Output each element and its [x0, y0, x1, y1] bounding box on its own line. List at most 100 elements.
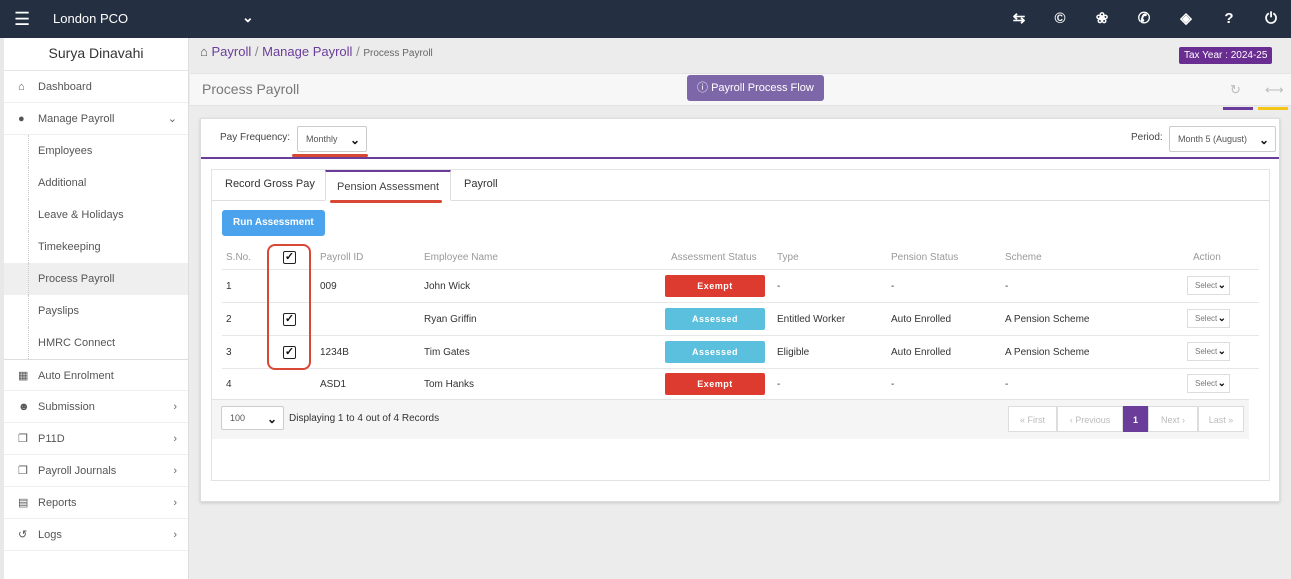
last-page-button[interactable]: Last »: [1198, 406, 1244, 432]
sidebar-subitem-hmrc-connect[interactable]: HMRC Connect: [4, 327, 188, 359]
tab-bar: Record Gross Pay Pension Assessment Payr…: [212, 170, 1269, 201]
column-header-pension-status: Pension Status: [891, 252, 959, 263]
sidebar-item-reports[interactable]: ▤ Reports ›: [4, 487, 188, 519]
cell-type: -: [777, 379, 781, 390]
records-info: Displaying 1 to 4 out of 4 Records: [289, 413, 440, 424]
chevron-down-icon: ⌄: [349, 133, 360, 147]
expand-icon[interactable]: ⟷: [1265, 82, 1284, 98]
sidebar-item-auto-enrolment[interactable]: ▦ Auto Enrolment: [4, 359, 188, 391]
cell-scheme: A Pension Scheme: [1005, 314, 1090, 325]
info-icon: ⓘ: [697, 82, 708, 94]
home-icon[interactable]: ⌂: [200, 44, 208, 59]
table-footer: 100 ⌄ Displaying 1 to 4 out of 4 Records…: [212, 399, 1249, 439]
transfer-icon[interactable]: ⇆: [1009, 10, 1029, 28]
menu-icon[interactable]: ☰: [14, 10, 30, 28]
tab-record-gross-pay[interactable]: Record Gross Pay: [225, 178, 315, 190]
chevron-down-icon: ⌄: [167, 113, 177, 125]
cell-employee-name: Tim Gates: [424, 347, 470, 358]
chevron-down-icon: ⌄: [266, 412, 277, 426]
pay-frequency-select[interactable]: Monthly ⌄: [297, 126, 367, 152]
period-select[interactable]: Month 5 (August) ⌄: [1169, 126, 1276, 152]
sidebar-item-label: Manage Payroll: [38, 113, 115, 125]
sidebar-item-p11d[interactable]: ❐ P11D ›: [4, 423, 188, 455]
first-page-button[interactable]: « First: [1008, 406, 1057, 432]
user-icon: ●: [18, 113, 25, 125]
breadcrumb-payroll[interactable]: Payroll: [211, 44, 251, 59]
sidebar-subitem-process-payroll[interactable]: Process Payroll: [4, 263, 188, 295]
cell-sno: 4: [226, 379, 232, 390]
tax-year-badge: Tax Year : 2024-25: [1179, 47, 1273, 64]
sidebar-item-label: Dashboard: [38, 81, 92, 93]
sidebar-item-dashboard[interactable]: ⌂ Dashboard: [4, 71, 188, 103]
page-1-button[interactable]: 1: [1123, 406, 1148, 432]
action-select[interactable]: Select ⌄: [1187, 276, 1230, 295]
sidebar-item-logs[interactable]: ↺ Logs ›: [4, 519, 188, 551]
copyright-icon[interactable]: ©: [1050, 10, 1070, 28]
chevron-down-icon[interactable]: ⌄: [242, 9, 254, 26]
cell-scheme: -: [1005, 281, 1009, 292]
sidebar-item-manage-payroll[interactable]: ● Manage Payroll ⌄: [4, 103, 188, 135]
sidebar-subitem-timekeeping[interactable]: Timekeeping: [4, 231, 188, 263]
filter-row: Pay Frequency: Monthly ⌄ Period: Month 5…: [201, 119, 1279, 159]
tab-pension-assessment[interactable]: Pension Assessment: [325, 170, 452, 201]
sidebar-item-submission[interactable]: ☻ Submission ›: [4, 391, 188, 423]
column-header-scheme: Scheme: [1005, 252, 1042, 263]
sidebar-subitem-employees[interactable]: Employees: [4, 135, 188, 167]
sidebar-subitem-leave-holidays[interactable]: Leave & Holidays: [4, 199, 188, 231]
breadcrumb-manage-payroll[interactable]: Manage Payroll: [262, 44, 352, 59]
payroll-panel: Pay Frequency: Monthly ⌄ Period: Month 5…: [200, 118, 1280, 502]
cell-pension-status: -: [891, 281, 895, 292]
breadcrumb: ⌂ Payroll / Manage Payroll / Process Pay…: [200, 44, 433, 59]
chevron-down-icon: ⌄: [1217, 313, 1226, 324]
cubes-icon[interactable]: ❀: [1092, 10, 1112, 28]
home-icon: ⌂: [18, 81, 25, 93]
breadcrumb-separator: /: [356, 44, 360, 59]
status-badge: Exempt: [665, 373, 765, 395]
refresh-icon[interactable]: ↻: [1230, 82, 1241, 98]
cell-pension-status: Auto Enrolled: [891, 347, 952, 358]
file-icon: ▤: [18, 497, 29, 509]
cell-sno: 2: [226, 314, 232, 325]
power-icon[interactable]: ⏻: [1261, 10, 1281, 28]
column-header-type: Type: [777, 252, 799, 263]
row-divider: [222, 302, 1259, 303]
company-name[interactable]: London PCO: [53, 11, 128, 26]
row-divider: [222, 269, 1259, 270]
sidebar-item-label: Logs: [38, 529, 62, 541]
cell-scheme: A Pension Scheme: [1005, 347, 1090, 358]
bullhorn-icon[interactable]: ✆: [1134, 10, 1154, 28]
payroll-process-flow-label: Payroll Process Flow: [711, 82, 814, 94]
action-select[interactable]: Select ⌄: [1187, 342, 1230, 361]
status-badge: Exempt: [665, 275, 765, 297]
tab-payroll[interactable]: Payroll: [464, 178, 498, 190]
cell-payroll-id: 1234B: [320, 347, 349, 358]
action-select[interactable]: Select ⌄: [1187, 374, 1230, 393]
cell-employee-name: Ryan Griffin: [424, 314, 477, 325]
previous-page-button[interactable]: ‹ Previous: [1057, 406, 1123, 432]
chevron-right-icon: ›: [173, 433, 177, 445]
chevron-right-icon: ›: [173, 497, 177, 509]
cell-sno: 1: [226, 281, 232, 292]
history-icon: ↺: [18, 529, 28, 541]
ticket-icon[interactable]: ◈: [1176, 10, 1196, 28]
cell-pension-status: -: [891, 379, 895, 390]
cell-sno: 3: [226, 347, 232, 358]
sidebar-subitem-additional[interactable]: Additional: [4, 167, 188, 199]
next-page-button[interactable]: Next ›: [1148, 406, 1198, 432]
chevron-right-icon: ›: [173, 465, 177, 477]
cell-scheme: -: [1005, 379, 1009, 390]
cell-payroll-id: 009: [320, 281, 337, 292]
action-select[interactable]: Select ⌄: [1187, 309, 1230, 328]
run-assessment-button[interactable]: Run Assessment: [222, 210, 325, 236]
sidebar-subitem-payslips[interactable]: Payslips: [4, 295, 188, 327]
payroll-process-flow-button[interactable]: ⓘ Payroll Process Flow: [687, 75, 824, 101]
page-size-select[interactable]: 100 ⌄: [221, 406, 284, 430]
sidebar-item-payroll-journals[interactable]: ❐ Payroll Journals ›: [4, 455, 188, 487]
action-select-value: Select: [1195, 347, 1218, 356]
sidebar-item-label: P11D: [38, 433, 65, 445]
sidebar-item-label: Auto Enrolment: [38, 370, 114, 382]
help-icon[interactable]: ?: [1219, 10, 1239, 28]
cell-type: Eligible: [777, 347, 810, 358]
period-value: Month 5 (August): [1178, 134, 1248, 144]
cell-pension-status: Auto Enrolled: [891, 314, 952, 325]
